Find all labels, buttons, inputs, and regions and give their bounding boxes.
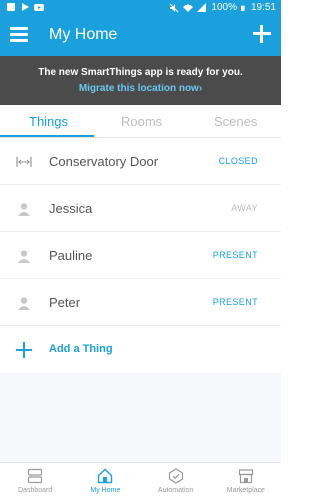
- page-title: My Home: [49, 26, 118, 43]
- battery-level: 100%: [211, 2, 237, 13]
- status-badge: CLOSED: [218, 156, 258, 166]
- plus-icon[interactable]: [253, 25, 271, 43]
- tab-things[interactable]: Things: [29, 114, 68, 129]
- nav-label: Marketplace: [226, 487, 265, 494]
- list-item[interactable]: Conservatory Door CLOSED: [0, 138, 281, 185]
- person-icon: [18, 297, 30, 310]
- door-sensor-icon: [16, 157, 32, 167]
- nav-marketplace[interactable]: Marketplace: [211, 463, 281, 500]
- list-item[interactable]: Jessica AWAY: [0, 185, 281, 232]
- dashboard-icon: [28, 468, 43, 484]
- home-icon: [98, 468, 113, 484]
- list-background: [0, 373, 281, 462]
- tab-scenes[interactable]: Scenes: [214, 114, 257, 129]
- nav-my-home[interactable]: My Home: [70, 463, 140, 500]
- app-bar: My Home: [0, 16, 281, 56]
- nav-label: My Home: [90, 487, 121, 494]
- person-icon: [18, 250, 30, 263]
- add-thing-button[interactable]: Add a Thing: [0, 326, 281, 373]
- status-badge: PRESENT: [212, 250, 258, 260]
- person-icon: [18, 203, 30, 216]
- migrate-link[interactable]: Migrate this location now›: [0, 83, 281, 94]
- signal-icon: [197, 2, 207, 12]
- list-item[interactable]: Peter PRESENT: [0, 279, 281, 326]
- clock: 19:51: [250, 2, 276, 13]
- bottom-nav: Dashboard My Home Automation Marketplace: [0, 462, 281, 500]
- notification-icon: [7, 3, 15, 11]
- active-tab-indicator: [0, 135, 94, 137]
- migration-banner: The new SmartThings app is ready for you…: [0, 56, 281, 105]
- status-bar: 100% 19:51: [0, 0, 281, 16]
- tab-bar: Things Rooms Scenes: [0, 105, 281, 138]
- thing-name: Peter: [49, 295, 81, 310]
- nav-label: Automation: [157, 487, 194, 494]
- battery-icon: [240, 5, 245, 11]
- marketplace-icon: [238, 469, 253, 484]
- automation-icon: [168, 468, 183, 484]
- nav-label: Dashboard: [18, 487, 53, 494]
- tab-rooms[interactable]: Rooms: [121, 114, 162, 129]
- wifi-icon: [183, 4, 194, 12]
- nav-dashboard[interactable]: Dashboard: [0, 463, 70, 500]
- menu-icon[interactable]: [10, 27, 28, 43]
- status-badge: AWAY: [231, 203, 258, 213]
- banner-message: The new SmartThings app is ready for you…: [38, 67, 243, 78]
- status-badge: PRESENT: [212, 297, 258, 307]
- play-store-icon: [22, 3, 29, 11]
- thing-name: Pauline: [49, 248, 93, 263]
- things-list: Conservatory Door CLOSED Jessica AWAY Pa…: [0, 138, 281, 373]
- thing-name: Conservatory Door: [49, 154, 159, 169]
- mute-icon: [170, 3, 179, 12]
- nav-automation[interactable]: Automation: [141, 463, 211, 500]
- plus-icon: [16, 342, 32, 358]
- add-thing-label: Add a Thing: [49, 343, 113, 355]
- list-item[interactable]: Pauline PRESENT: [0, 232, 281, 279]
- thing-name: Jessica: [49, 201, 93, 216]
- youtube-icon: [34, 4, 44, 11]
